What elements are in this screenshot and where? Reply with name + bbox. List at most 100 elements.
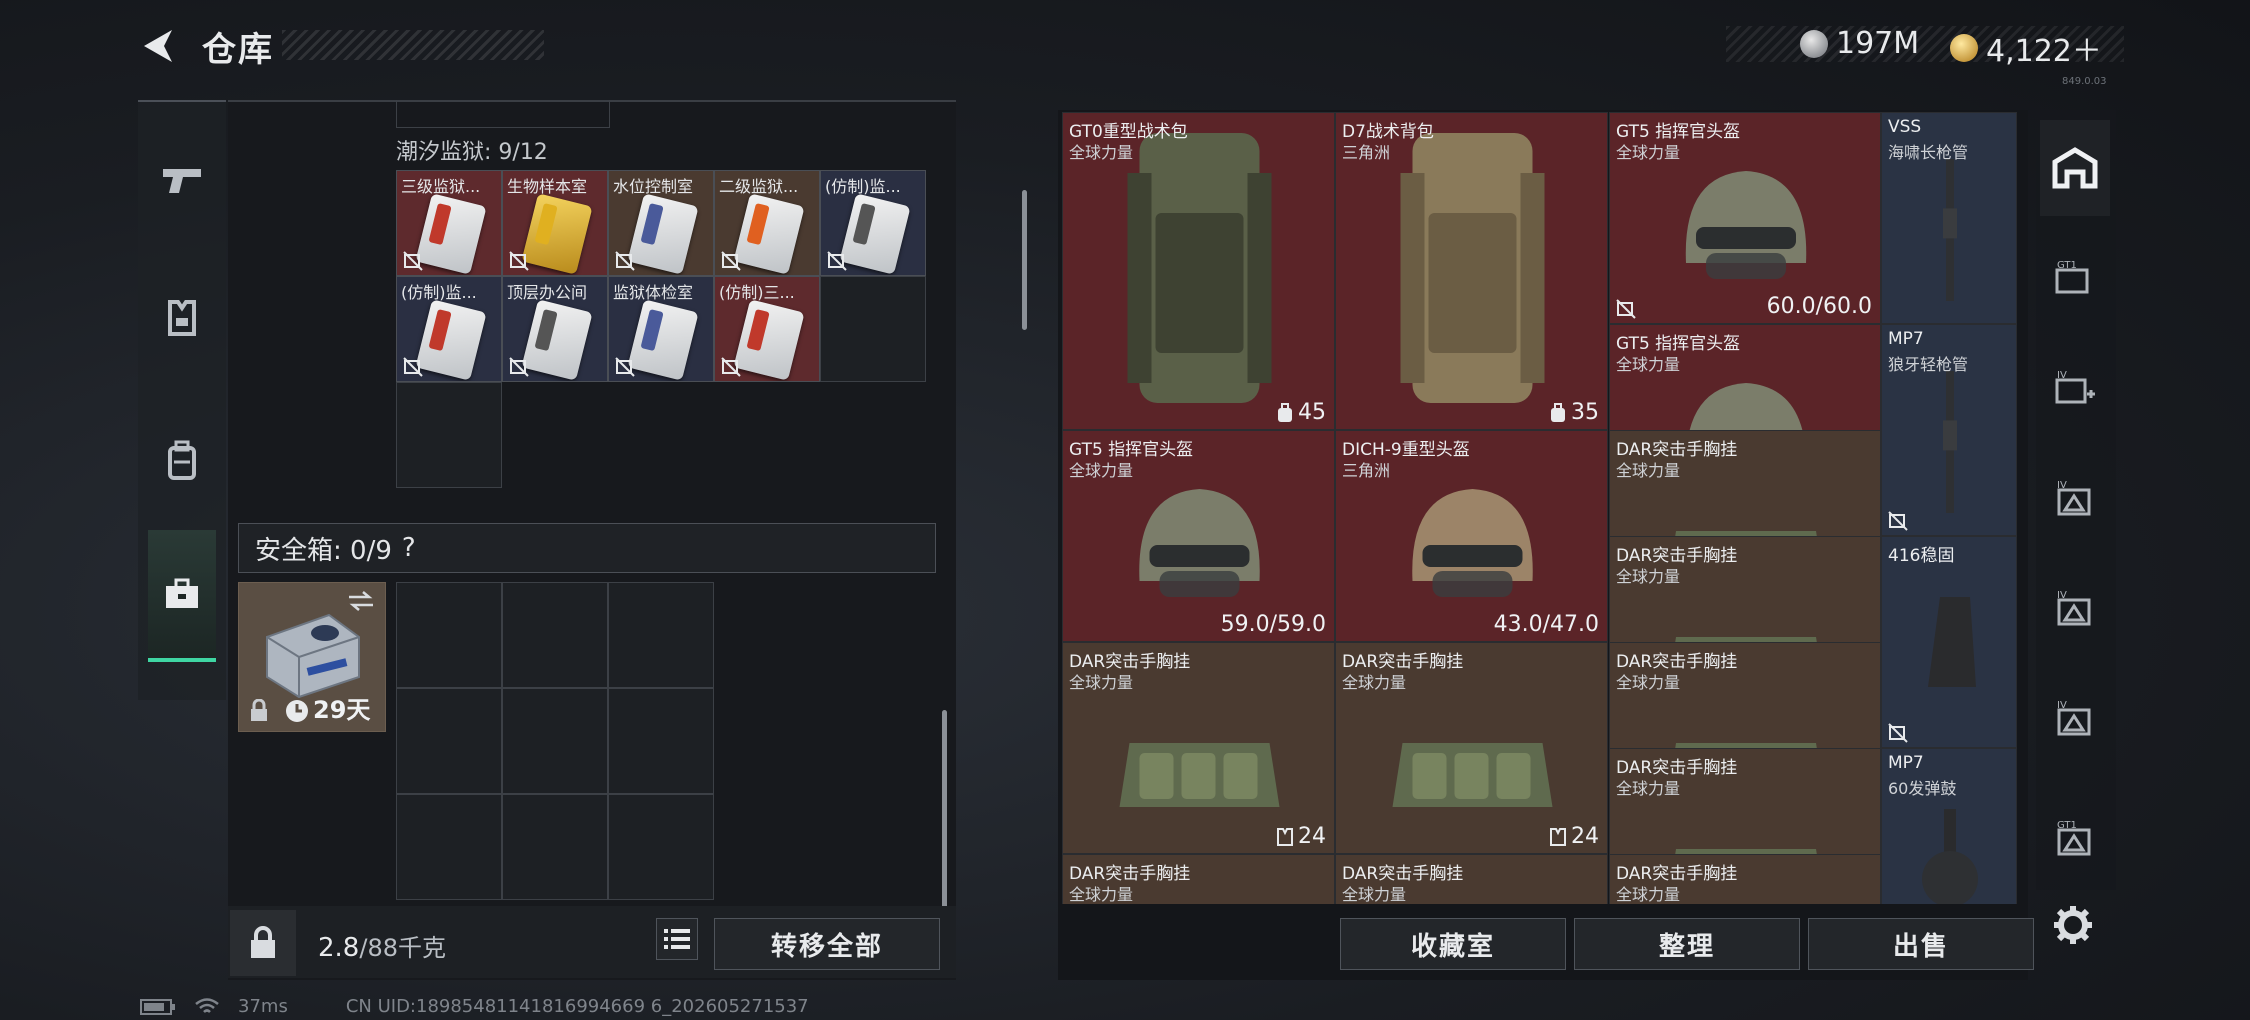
stash-item[interactable]: DAR突击手胸挂全球力量24 bbox=[1335, 642, 1608, 854]
stash-tab-all[interactable] bbox=[2040, 120, 2110, 216]
stash-tab-iv-add[interactable]: IV bbox=[2040, 340, 2110, 436]
keycard-item[interactable]: 监狱体检室 bbox=[608, 276, 714, 382]
stash-scrollbar[interactable] bbox=[1022, 190, 1027, 330]
stash-item[interactable]: GT0重型战术包 全球力量 45 bbox=[1062, 112, 1335, 430]
keycard-item[interactable]: (仿制)监... bbox=[820, 170, 926, 276]
keycard-label: 水位控制室 bbox=[613, 177, 694, 196]
weight-lock-button[interactable] bbox=[230, 910, 296, 976]
help-icon[interactable]: ? bbox=[402, 533, 416, 563]
stash-tab-iv-2[interactable]: IV bbox=[2040, 450, 2110, 546]
stash-item[interactable]: DAR突击手胸挂 全球力量 bbox=[1609, 854, 1881, 904]
safe-box-slot[interactable] bbox=[608, 582, 714, 688]
safe-box-label: 安全箱: 0/9 bbox=[255, 535, 392, 566]
item-stat: 59.0/59.0 bbox=[1221, 612, 1326, 637]
silver-coin-icon bbox=[1800, 29, 1828, 58]
item-faction: 全球力量 bbox=[1069, 673, 1134, 692]
empty-slot[interactable] bbox=[396, 382, 502, 488]
keycard-item[interactable]: 水位控制室 bbox=[608, 170, 714, 276]
stash-item[interactable]: GT5 指挥官头盔全球力量60.0/60.0 bbox=[1609, 112, 1881, 324]
svg-text:IV: IV bbox=[2057, 700, 2067, 711]
item-name: VSS bbox=[1888, 117, 1922, 137]
keycard-item[interactable]: 生物样本室 bbox=[502, 170, 608, 276]
no-loss-icon bbox=[1888, 723, 1908, 743]
stash-tab-iv-3[interactable]: IV bbox=[2040, 560, 2110, 656]
stash-item[interactable]: 416稳固 bbox=[1881, 536, 2017, 748]
capacity-icon bbox=[1278, 402, 1292, 422]
keycard-image bbox=[839, 193, 911, 275]
padlock-icon bbox=[251, 926, 275, 958]
stash-tab-iv-icon: IV bbox=[2057, 590, 2091, 626]
stash-item[interactable]: D7战术背包 三角洲 35 bbox=[1335, 112, 1608, 430]
stash-item[interactable]: DAR突击手胸挂全球力量24 bbox=[1062, 642, 1335, 854]
left-scrollbar[interactable] bbox=[942, 710, 947, 910]
item-name: MP7 bbox=[1888, 329, 1924, 349]
keycard-image bbox=[521, 193, 593, 275]
keycard-item[interactable]: 二级监狱... bbox=[714, 170, 820, 276]
lock-icon bbox=[251, 699, 267, 721]
stash-item[interactable]: MP7 狼牙轻枪管 bbox=[1881, 324, 2017, 536]
safe-box-slot[interactable] bbox=[502, 794, 608, 900]
currency-gold[interactable]: 4,122＋ bbox=[1950, 26, 2102, 70]
stash-tab-gt1[interactable]: GT1 bbox=[2040, 230, 2110, 326]
item-stat-value: 45 bbox=[1298, 400, 1326, 425]
safe-box-slot[interactable] bbox=[396, 794, 502, 900]
organize-button[interactable]: 整理 bbox=[1574, 918, 1800, 970]
clock-icon bbox=[286, 700, 308, 722]
stash-item[interactable]: GT5 指挥官头盔 全球力量 59.0/59.0 bbox=[1062, 430, 1335, 642]
safe-box-slot[interactable] bbox=[608, 794, 714, 900]
keycard-item[interactable]: 三级监狱... bbox=[396, 170, 502, 276]
item-stat-value: 24 bbox=[1298, 824, 1326, 849]
safe-box-item[interactable]: 29天 bbox=[238, 582, 386, 732]
settings-gear-icon[interactable] bbox=[2050, 902, 2096, 948]
pistol-icon bbox=[163, 169, 201, 193]
back-arrow-icon[interactable] bbox=[138, 26, 178, 66]
collection-room-button[interactable]: 收藏室 bbox=[1340, 918, 1566, 970]
sell-button[interactable]: 出售 bbox=[1808, 918, 2034, 970]
stash-item[interactable]: DAR突击手胸挂 全球力量 bbox=[1335, 854, 1608, 904]
currency-silver[interactable]: 197M bbox=[1800, 26, 1919, 61]
item-faction: 全球力量 bbox=[1342, 885, 1407, 904]
nav-armor[interactable] bbox=[138, 258, 226, 378]
item-stat-value: 24 bbox=[1571, 824, 1599, 849]
keycard-image bbox=[415, 193, 487, 275]
keycard-image bbox=[415, 299, 487, 381]
no-loss-icon bbox=[509, 251, 529, 271]
safe-box-slot[interactable] bbox=[502, 582, 608, 688]
no-loss-icon bbox=[403, 251, 423, 271]
nav-safebox-active[interactable] bbox=[148, 530, 216, 662]
safe-box-slot[interactable] bbox=[608, 688, 714, 794]
status-bar: 37ms CN UID:18985481141816994669 6_20260… bbox=[140, 996, 809, 1017]
no-loss-icon bbox=[721, 357, 741, 377]
stash-tab-gt1-icon: GT1 bbox=[2055, 260, 2089, 294]
no-loss-icon bbox=[827, 251, 847, 271]
transfer-all-button[interactable]: 转移全部 bbox=[714, 918, 940, 970]
item-stat: 60.0/60.0 bbox=[1767, 294, 1872, 319]
stash-item[interactable]: DAR突击手胸挂 全球力量 bbox=[1062, 854, 1335, 904]
no-loss-icon bbox=[1616, 299, 1636, 319]
item-stat: 45 bbox=[1276, 400, 1326, 425]
swap-icon[interactable] bbox=[347, 589, 375, 613]
keycard-item[interactable]: (仿制)三... bbox=[714, 276, 820, 382]
item-name: MP7 bbox=[1888, 753, 1924, 773]
stash-item[interactable]: VSS 海啸长枪管 bbox=[1881, 112, 2017, 324]
nav-backpack[interactable] bbox=[138, 400, 226, 520]
empty-slot[interactable] bbox=[820, 276, 926, 382]
backpack-icon bbox=[168, 440, 196, 480]
safe-box-slot[interactable] bbox=[502, 688, 608, 794]
page-title: 仓库 bbox=[202, 30, 274, 70]
safe-box-slot[interactable] bbox=[396, 582, 502, 688]
list-view-button[interactable] bbox=[656, 918, 698, 960]
safe-box-slot[interactable] bbox=[396, 688, 502, 794]
keycard-image bbox=[521, 299, 593, 381]
nav-weapons[interactable] bbox=[138, 120, 226, 240]
capacity-icon bbox=[1551, 402, 1565, 422]
svg-text:GT1: GT1 bbox=[2057, 260, 2077, 271]
keycard-item[interactable]: (仿制)监... bbox=[396, 276, 502, 382]
no-loss-icon bbox=[615, 357, 635, 377]
keycard-item[interactable]: 顶层办公间 bbox=[502, 276, 608, 382]
stash-item[interactable]: DICH-9重型头盔 三角洲 43.0/47.0 bbox=[1335, 430, 1608, 642]
stash-tab-iv-4[interactable]: IV bbox=[2040, 670, 2110, 766]
stash-tab-gt1-b[interactable]: GT1 bbox=[2040, 790, 2110, 886]
stash-item[interactable]: MP7 60发弹鼓 bbox=[1881, 748, 2017, 904]
container-top-edge bbox=[396, 100, 610, 128]
